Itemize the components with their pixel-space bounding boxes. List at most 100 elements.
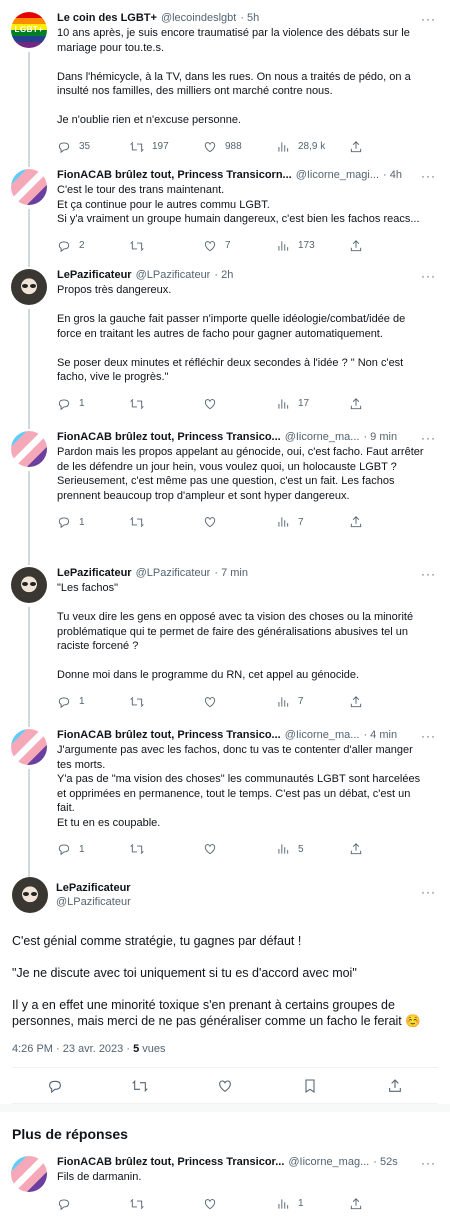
like-button[interactable]: 988 — [203, 140, 276, 154]
share-button[interactable] — [349, 695, 371, 709]
retweet-button[interactable] — [130, 239, 203, 253]
retweet-button[interactable] — [130, 515, 203, 529]
author-handle[interactable]: @LPazificateur — [136, 269, 211, 281]
reply-button[interactable]: 1 — [57, 695, 130, 709]
retweet-button[interactable] — [130, 397, 203, 411]
view-count: 17 — [298, 398, 310, 409]
like-icon[interactable] — [217, 1078, 233, 1094]
share-button[interactable] — [349, 397, 371, 411]
reply-button[interactable]: 1 — [57, 515, 130, 529]
author-handle[interactable]: @Iicorne_ma... — [285, 431, 360, 443]
tweet-time[interactable]: · 4 min — [363, 729, 397, 741]
author-handle[interactable]: @lecoindeslgbt — [161, 12, 236, 24]
author-handle[interactable]: @Iicorne_ma... — [285, 729, 360, 741]
tweet[interactable]: FionACAB brûlez tout, Princess Transicor… — [0, 157, 450, 267]
views-button[interactable]: 7 — [276, 695, 349, 709]
tweet-time[interactable]: · 9 min — [363, 431, 397, 443]
tweet[interactable]: FionACAB brûlez tout, Princess Transico.… — [0, 419, 450, 565]
retweet-button[interactable]: 197 — [130, 140, 203, 154]
tweet-text: Propos très dangereux. En gros la gauche… — [57, 284, 406, 383]
author-handle[interactable]: @Iicorne_mag... — [288, 1156, 369, 1168]
tweet-time[interactable]: · 52s — [373, 1156, 397, 1168]
author-name[interactable]: LePazificateur — [56, 882, 131, 894]
more-options-icon[interactable]: ··· — [421, 885, 436, 899]
more-options-icon[interactable]: ··· — [421, 169, 436, 183]
avatar[interactable] — [11, 729, 47, 765]
reply-button[interactable]: 1 — [57, 842, 130, 856]
tweet[interactable]: FionACAB brûlez tout, Princess Transicor… — [0, 1152, 450, 1230]
more-options-icon[interactable]: ··· — [421, 1156, 436, 1170]
tweet-time[interactable]: · 4h — [383, 169, 402, 181]
tweet[interactable]: FionACAB brûlez tout, Princess Transico.… — [0, 717, 450, 877]
retweet-icon[interactable] — [131, 1078, 148, 1094]
like-button[interactable] — [203, 695, 276, 709]
more-options-icon[interactable]: ··· — [421, 729, 436, 743]
avatar-text: LGBT+ — [14, 25, 44, 34]
tweet[interactable]: LePazificateur @LPazificateur · 2h ··· P… — [0, 257, 450, 429]
author-name[interactable]: Le coin des LGBT+ — [57, 12, 157, 24]
reply-count: 35 — [79, 141, 91, 152]
views-button[interactable]: 17 — [276, 397, 349, 411]
share-button[interactable] — [349, 239, 371, 253]
more-options-icon[interactable]: ··· — [421, 12, 436, 26]
views-button[interactable]: 1 — [276, 1197, 349, 1211]
tweet-actions: 1 — [57, 1189, 438, 1219]
tweet-time[interactable]: · 2h — [214, 269, 233, 281]
retweet-icon — [130, 398, 144, 409]
like-button[interactable]: 7 — [203, 239, 276, 253]
more-options-icon[interactable]: ··· — [421, 567, 436, 581]
author-name[interactable]: FionACAB brûlez tout, Princess Transicor… — [57, 169, 292, 181]
share-button[interactable] — [349, 515, 371, 529]
retweet-button[interactable] — [130, 842, 203, 856]
reply-button[interactable]: 35 — [57, 140, 130, 154]
views-button[interactable]: 28,9 k — [276, 140, 349, 154]
reply-button[interactable]: 1 — [57, 397, 130, 411]
author-handle[interactable]: @Iicorne_magi... — [296, 169, 379, 181]
reply-icon[interactable] — [47, 1078, 63, 1094]
avatar[interactable] — [12, 877, 48, 913]
avatar[interactable] — [11, 169, 47, 205]
like-button[interactable] — [203, 515, 276, 529]
views-button[interactable]: 7 — [276, 515, 349, 529]
share-button[interactable] — [349, 1197, 371, 1211]
share-button[interactable] — [349, 842, 371, 856]
retweet-icon — [130, 141, 144, 152]
bookmark-icon[interactable] — [302, 1078, 318, 1094]
author-name[interactable]: FionACAB brûlez tout, Princess Transico.… — [57, 729, 281, 741]
tweet-actions: 1 7 — [57, 687, 438, 717]
views-button[interactable]: 173 — [276, 239, 349, 253]
author-name[interactable]: FionACAB brûlez tout, Princess Transico.… — [57, 431, 281, 443]
author-handle[interactable]: @LPazificateur — [56, 896, 131, 908]
tweet-actions: 1 5 — [57, 834, 438, 864]
tweet-timestamp[interactable]: 4:26 PM · 23 avr. 2023 · — [12, 1043, 133, 1055]
tweet[interactable]: LePazificateur @LPazificateur · 7 min ··… — [0, 555, 450, 727]
like-button[interactable] — [203, 397, 276, 411]
avatar[interactable] — [11, 269, 47, 305]
retweet-icon — [130, 517, 144, 527]
avatar[interactable]: LGBT+ — [11, 12, 47, 48]
tweet[interactable]: LGBT+ Le coin des LGBT+ @lecoindeslgbt ·… — [0, 0, 450, 167]
avatar[interactable] — [11, 567, 47, 603]
retweet-button[interactable] — [130, 1197, 203, 1211]
avatar[interactable] — [11, 1156, 47, 1192]
more-options-icon[interactable]: ··· — [421, 269, 436, 283]
share-icon[interactable] — [387, 1078, 403, 1094]
retweet-button[interactable] — [130, 695, 203, 709]
like-button[interactable] — [203, 1197, 276, 1211]
reply-button[interactable] — [57, 1197, 130, 1211]
view-count: 173 — [298, 240, 315, 251]
tweet-time[interactable]: · 5h — [240, 12, 259, 24]
share-button[interactable] — [349, 140, 371, 154]
reply-button[interactable]: 2 — [57, 239, 130, 253]
author-name[interactable]: LePazificateur — [57, 567, 132, 579]
like-button[interactable] — [203, 842, 276, 856]
more-options-icon[interactable]: ··· — [421, 431, 436, 445]
share-icon — [350, 843, 362, 855]
author-name[interactable]: LePazificateur — [57, 269, 132, 281]
author-name[interactable]: FionACAB brûlez tout, Princess Transicor… — [57, 1156, 284, 1168]
views-button[interactable]: 5 — [276, 842, 349, 856]
author-handle[interactable]: @LPazificateur — [136, 567, 211, 579]
avatar[interactable] — [11, 431, 47, 467]
like-icon — [204, 517, 216, 528]
tweet-time[interactable]: · 7 min — [214, 567, 248, 579]
